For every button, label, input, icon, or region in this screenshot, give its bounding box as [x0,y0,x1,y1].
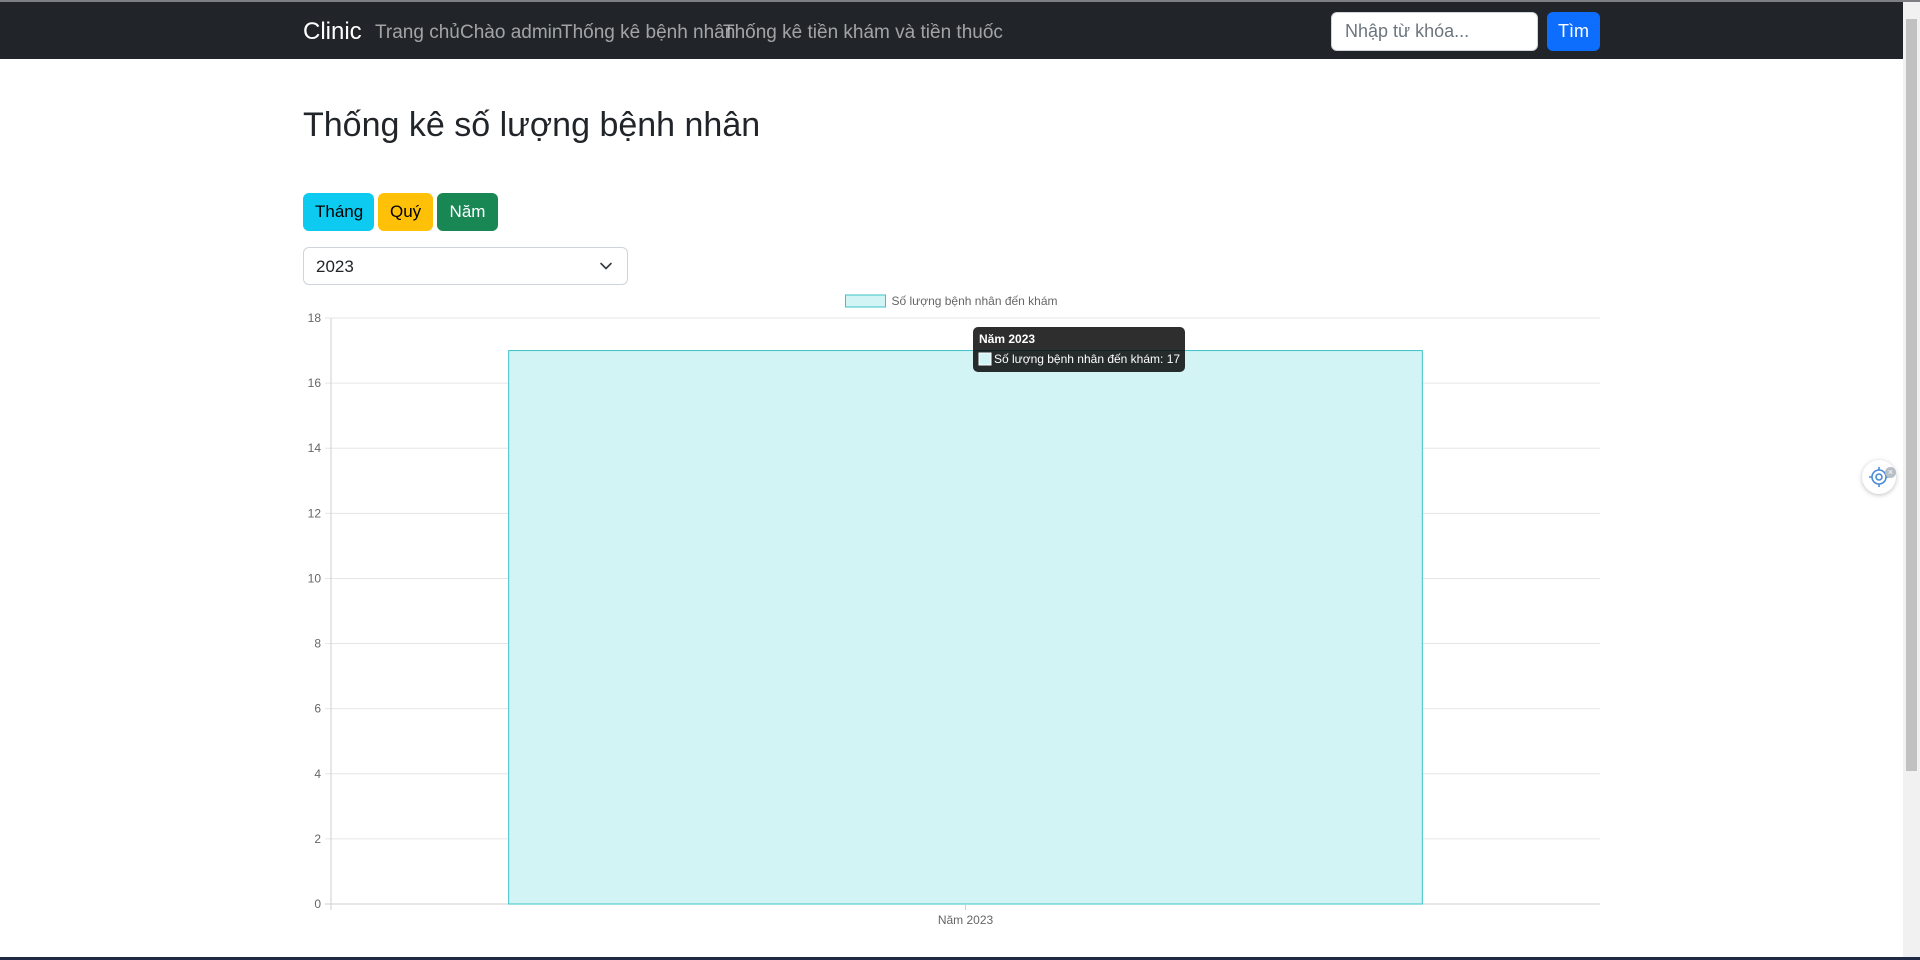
y-tick-label: 14 [308,441,322,455]
month-button[interactable]: Tháng [303,193,374,231]
tooltip-label: Số lượng bệnh nhân đến khám: 17 [994,352,1180,366]
y-tick-label: 0 [314,897,321,911]
y-tick-label: 2 [314,832,321,846]
nav-link-patient-stats[interactable]: Thống kê bệnh nhân [561,22,735,44]
y-tick-label: 6 [314,702,321,716]
close-icon[interactable]: × [1885,467,1896,478]
year-button[interactable]: Năm [437,193,498,231]
bar [508,350,1423,905]
tooltip-swatch [978,352,992,366]
search-input[interactable] [1331,12,1538,51]
legend-label: Số lượng bệnh nhân đến khám [892,294,1058,308]
quarter-button[interactable]: Quý [378,193,433,231]
brand-logo[interactable]: Clinic [303,18,362,46]
chevron-down-icon [600,262,612,270]
y-tick-label: 12 [308,506,322,520]
nav-link-admin[interactable]: Chào admin [460,22,562,44]
y-tick-label: 10 [308,571,322,585]
page-title: Thống kê số lượng bệnh nhân [303,106,761,144]
year-select[interactable]: 2023 [303,247,628,285]
scrollbar-thumb[interactable] [1906,19,1917,771]
y-tick-label: 18 [308,311,322,325]
search-button[interactable]: Tìm [1547,12,1600,51]
nav-link-home[interactable]: Trang chủ [375,22,460,44]
year-select-value: 2023 [316,257,354,276]
x-tick-label: Năm 2023 [938,913,994,927]
tooltip-title: Năm 2023 [979,332,1035,346]
bar-chart: 0 2 4 6 8 10 12 14 16 18 Năm 2023 Số lượng bệnh nhâ… [308,294,1600,927]
legend-swatch [845,294,886,308]
nav-link-revenue-stats[interactable]: Thống kê tiền khám và tiền thuốc [723,22,1003,44]
y-tick-label: 8 [314,637,321,651]
y-tick-label: 16 [308,376,322,390]
navbar: Clinic Trang chủ Chào admin Thống kê bện… [0,2,1903,59]
scrollbar[interactable] [1903,2,1920,960]
y-tick-label: 4 [314,767,321,781]
